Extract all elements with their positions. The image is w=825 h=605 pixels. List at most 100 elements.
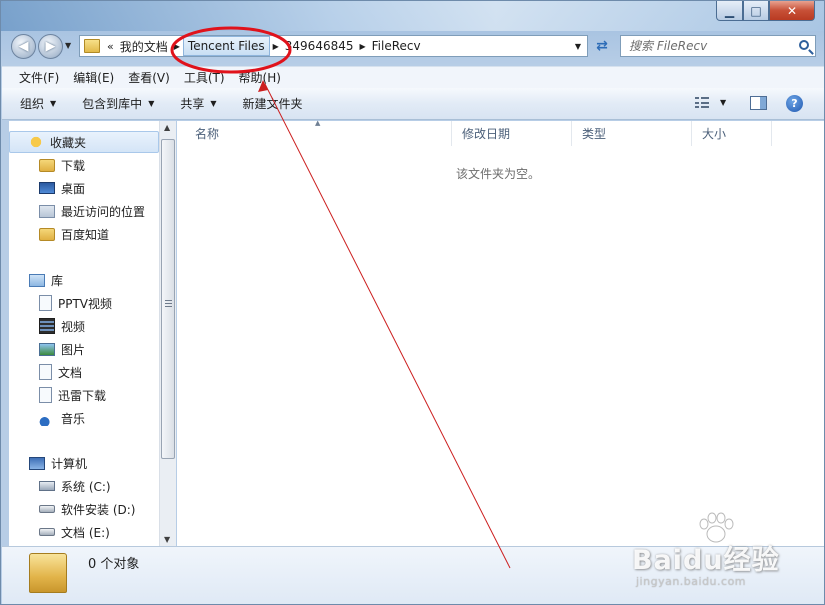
breadcrumb-overflow-button[interactable]: « (104, 40, 117, 53)
nav-item-downloads[interactable]: 下载 (39, 154, 85, 176)
column-headers: 名称 ▲ 修改日期 类型 大小 (177, 119, 824, 146)
breadcrumb-tencent-files[interactable]: Tencent Files (182, 36, 270, 56)
list-view-icon (695, 97, 699, 99)
list-view-icon (701, 101, 709, 104)
change-view-button[interactable] (695, 97, 709, 109)
column-header-size[interactable]: 大小 (692, 121, 772, 146)
column-header-date-modified[interactable]: 修改日期 (452, 121, 572, 146)
search-box[interactable] (620, 35, 816, 57)
downloads-folder-icon (39, 158, 55, 172)
nav-item-pictures[interactable]: 图片 (39, 338, 85, 360)
nav-item-xunlei-download[interactable]: 迅雷下载 (39, 384, 106, 406)
breadcrumb-separator-icon[interactable]: ▶ (171, 42, 183, 51)
breadcrumb-qq-number[interactable]: 349646845 (282, 36, 357, 56)
column-header-type[interactable]: 类型 (572, 121, 692, 146)
column-header-name[interactable]: 名称 ▲ (177, 119, 452, 146)
item-count: 0 个对象 (88, 557, 140, 572)
nav-item-videos[interactable]: 视频 (39, 315, 85, 337)
document-icon (39, 387, 52, 403)
maximize-button[interactable]: □ (743, 1, 769, 21)
back-arrow-icon: ◀ (18, 39, 29, 54)
navigation-pane: 收藏夹 下载 桌面 最近访问的位置 百度知道 库 PPTV视频 视频 图片 文档… (9, 121, 175, 546)
nav-item-pptv-video[interactable]: PPTV视频 (39, 292, 112, 314)
folder-icon (29, 553, 67, 593)
chevron-down-icon: ▼ (148, 99, 155, 108)
list-view-icon (701, 97, 709, 99)
music-note-icon (39, 410, 55, 426)
scroll-thumb[interactable] (161, 139, 175, 459)
nav-item-label: 软件安装 (D:) (61, 502, 136, 517)
refresh-button[interactable]: ⇄ (591, 36, 613, 56)
include-in-library-button[interactable]: 包含到库中 ▼ (82, 95, 154, 112)
folder-icon (84, 39, 100, 53)
address-bar[interactable]: « 我的文档 ▶ Tencent Files ▶ 349646845 ▶ Fil… (79, 35, 588, 57)
nav-item-label: 最近访问的位置 (61, 204, 146, 219)
preview-pane-button[interactable] (750, 96, 767, 110)
file-list[interactable]: 名称 ▲ 修改日期 类型 大小 该文件夹为空。 (177, 119, 824, 546)
include-in-library-label: 包含到库中 (82, 97, 143, 111)
navigation-scrollbar[interactable]: ▲ ▼ (159, 121, 176, 546)
breadcrumb-filerecv[interactable]: FileRecv (369, 36, 424, 56)
nav-item-documents[interactable]: 文档 (39, 361, 82, 383)
menu-edit[interactable]: 编辑(E) (66, 67, 121, 89)
desktop-icon (39, 182, 55, 194)
recent-pages-dropdown[interactable]: ▼ (65, 41, 71, 50)
nav-item-label: 下载 (61, 158, 86, 173)
picture-icon (39, 342, 55, 356)
nav-item-favorites[interactable]: 收藏夹 (9, 131, 159, 153)
share-button[interactable]: 共享 ▼ (180, 95, 216, 112)
nav-item-label: 系统 (C:) (61, 479, 111, 494)
computer-icon (29, 456, 45, 470)
close-button[interactable]: ✕ (769, 1, 815, 21)
nav-item-computer[interactable]: 计算机 (29, 452, 87, 474)
menu-view[interactable]: 查看(V) (121, 67, 177, 89)
empty-folder-message: 该文件夹为空。 (456, 167, 541, 181)
breadcrumb-separator-icon[interactable]: ▶ (270, 42, 282, 51)
menu-bar: 文件(F) 编辑(E) 查看(V) 工具(T) 帮助(H) (2, 66, 824, 88)
folder-icon (39, 227, 55, 241)
drive-icon (39, 528, 55, 536)
nav-item-drive-d[interactable]: 软件安装 (D:) (39, 498, 135, 520)
help-icon: ? (791, 97, 798, 110)
address-dropdown-icon[interactable]: ▼ (575, 42, 581, 51)
breadcrumb-separator-icon[interactable]: ▶ (357, 42, 369, 51)
nav-item-label: 迅雷下载 (58, 388, 107, 403)
organize-label: 组织 (20, 97, 45, 111)
nav-item-desktop[interactable]: 桌面 (39, 177, 85, 199)
menu-help[interactable]: 帮助(H) (232, 67, 288, 89)
forward-button[interactable]: ▶ (38, 34, 63, 59)
scroll-down-button[interactable]: ▼ (164, 535, 170, 544)
menu-file[interactable]: 文件(F) (12, 67, 66, 89)
title-bar[interactable] (1, 1, 824, 31)
nav-item-label: 百度知道 (61, 227, 110, 242)
nav-item-music[interactable]: 音乐 (39, 407, 85, 429)
drive-icon (39, 505, 55, 513)
grip-icon (165, 300, 172, 307)
nav-item-baidu-zhidao[interactable]: 百度知道 (39, 223, 109, 245)
minimize-button[interactable]: ▁ (716, 1, 743, 21)
scroll-up-button[interactable]: ▲ (164, 123, 170, 132)
help-button[interactable]: ? (786, 95, 803, 112)
library-icon (29, 273, 45, 287)
search-icon[interactable] (799, 40, 809, 50)
explorer-window: ▁ □ ✕ ◀ ▶ ▼ « 我的文档 ▶ Tencent Files ▶ 349… (0, 0, 825, 605)
nav-item-label: 图片 (61, 342, 86, 357)
nav-item-drive-e[interactable]: 文档 (E:) (39, 521, 110, 543)
system-drive-icon (39, 481, 55, 491)
new-folder-button[interactable]: 新建文件夹 (243, 95, 303, 112)
breadcrumb-my-documents[interactable]: 我的文档 (117, 36, 171, 56)
nav-item-libraries[interactable]: 库 (29, 269, 63, 291)
back-button[interactable]: ◀ (11, 34, 36, 59)
view-options-dropdown[interactable]: ▼ (720, 98, 726, 107)
search-input[interactable] (629, 39, 789, 53)
organize-button[interactable]: 组织 ▼ (20, 95, 56, 112)
sort-ascending-icon: ▲ (315, 119, 321, 127)
list-view-icon (695, 101, 699, 104)
nav-item-label: 库 (51, 273, 64, 288)
recent-places-icon (39, 204, 55, 218)
nav-item-drive-c[interactable]: 系统 (C:) (39, 475, 111, 497)
menu-tools[interactable]: 工具(T) (177, 67, 232, 89)
nav-item-recent-places[interactable]: 最近访问的位置 (39, 200, 145, 222)
refresh-icon: ⇄ (596, 38, 608, 54)
nav-item-label: 文档 (58, 365, 83, 380)
